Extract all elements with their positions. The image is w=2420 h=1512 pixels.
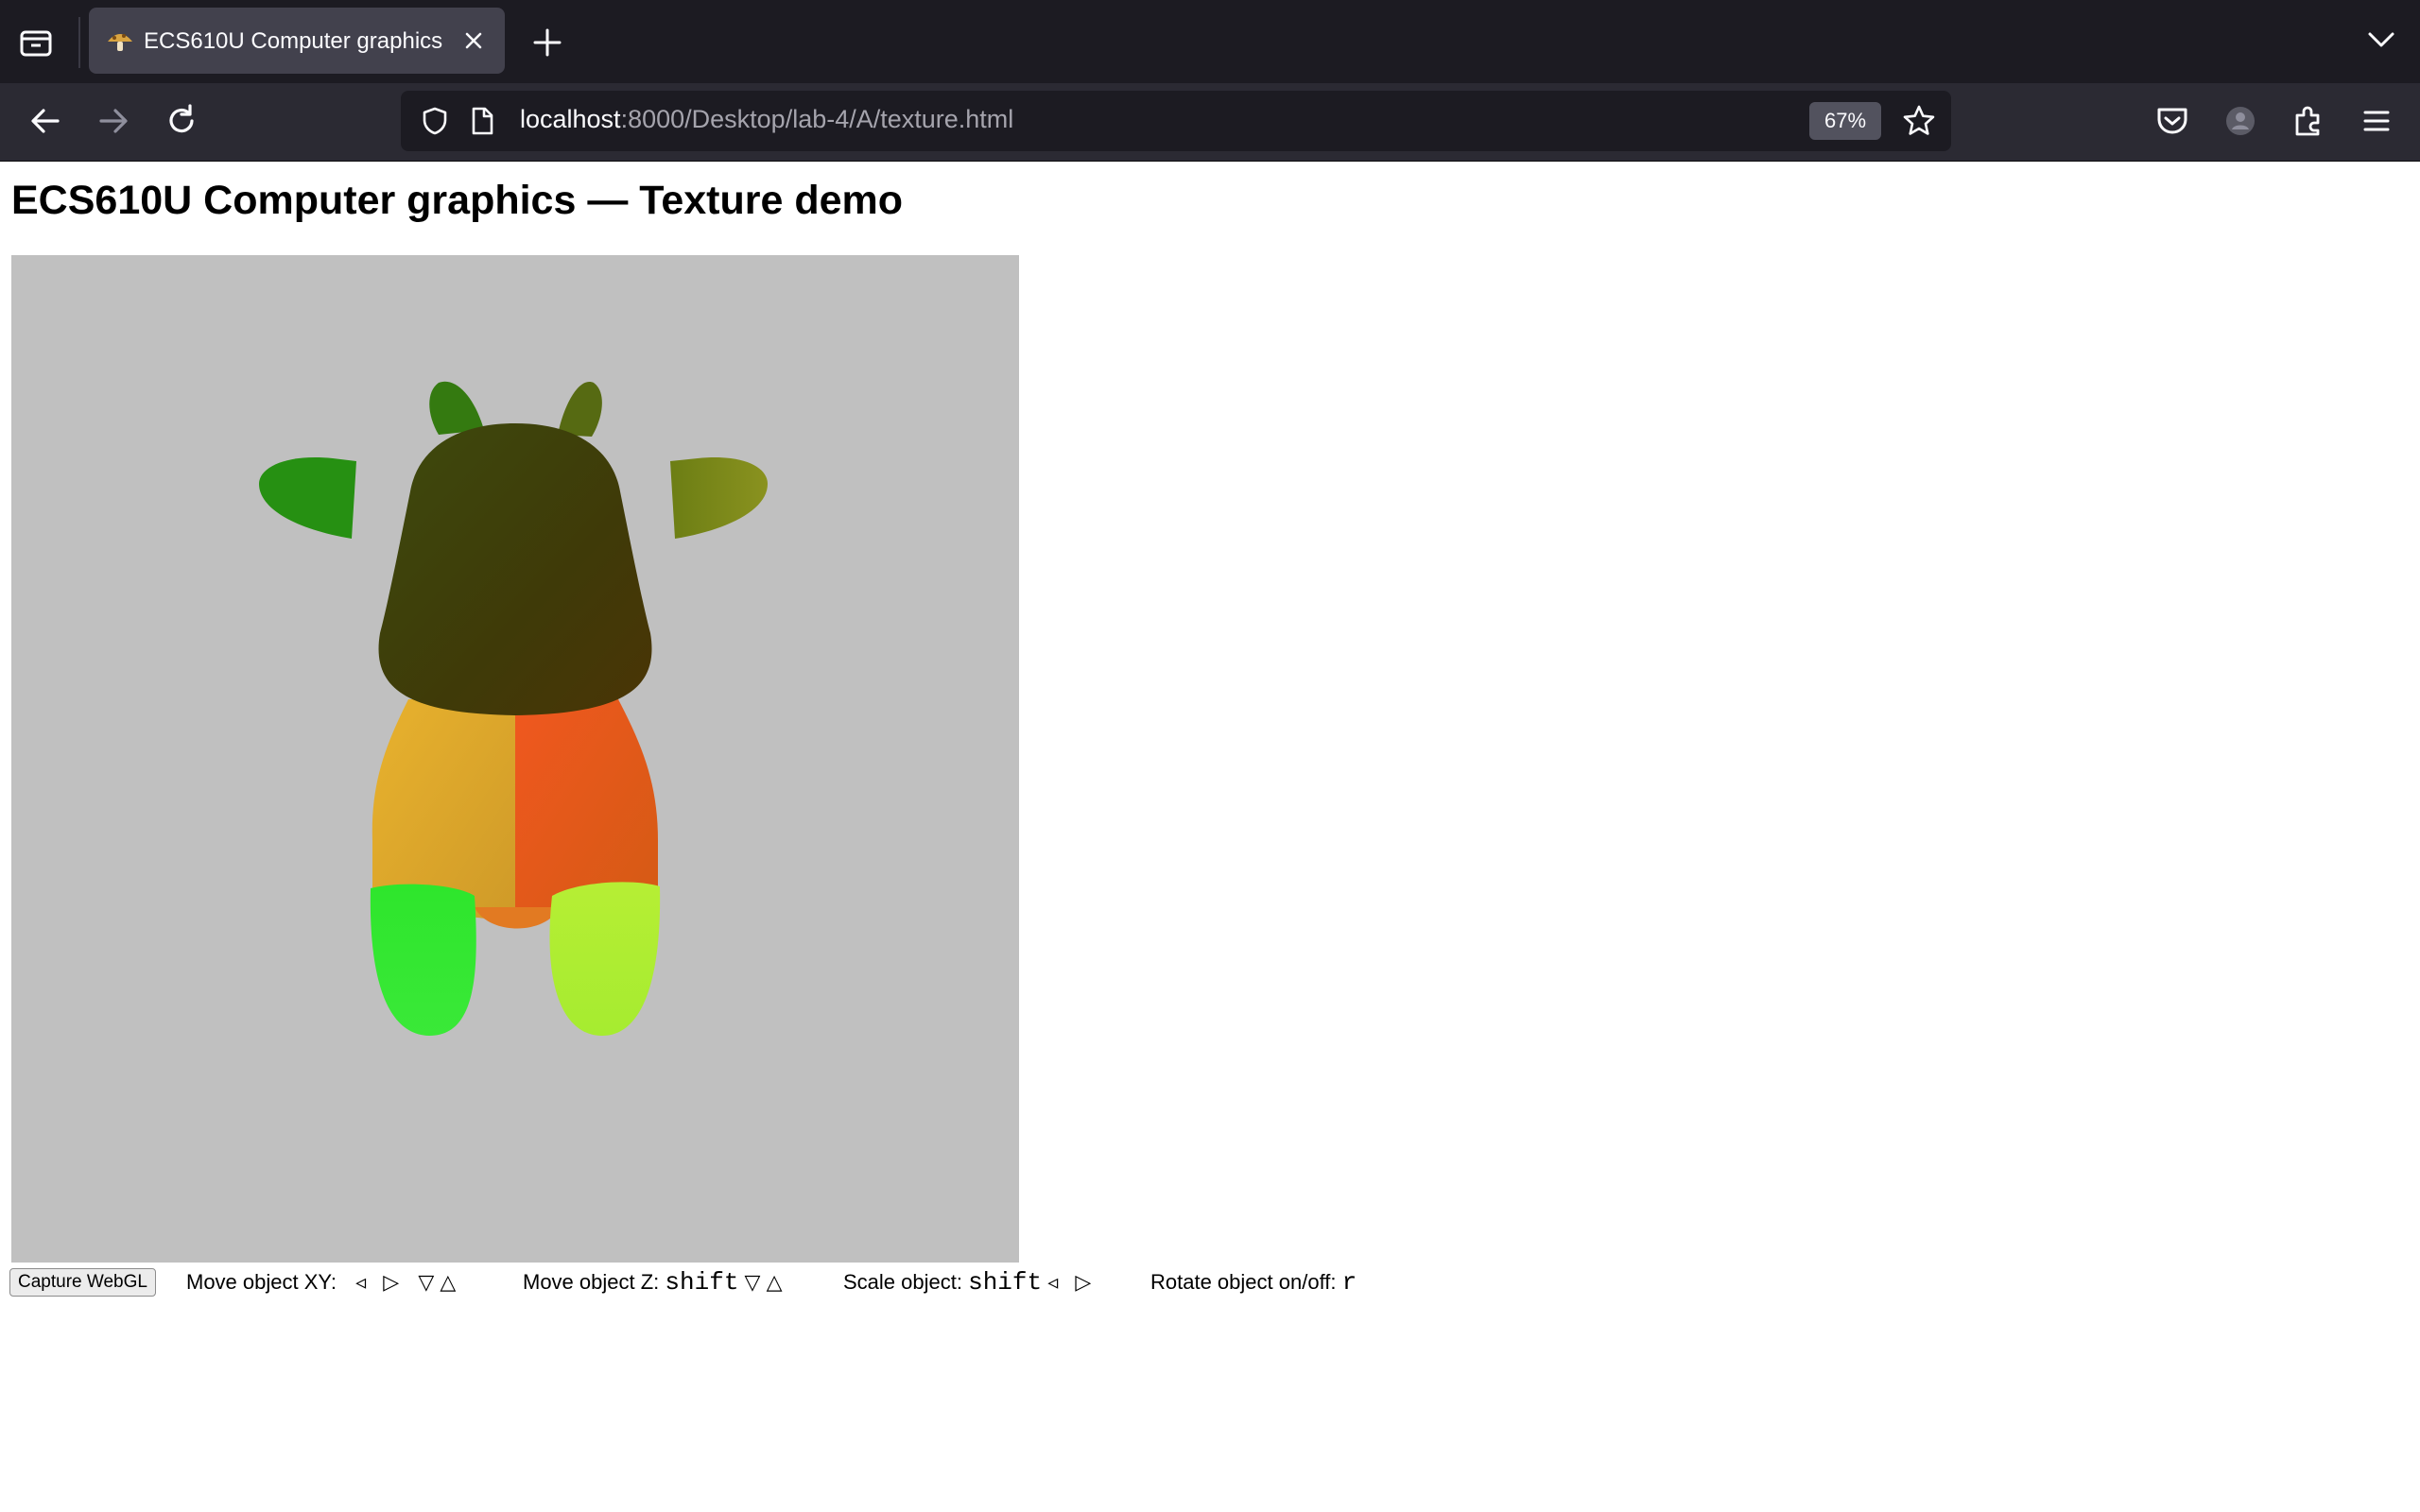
nav-bar: localhost:8000/Desktop/lab-4/A/texture.h… [0,83,2420,162]
webgl-canvas[interactable] [11,255,1019,1263]
right-arrow-key-icon: ▷ [383,1271,400,1295]
down-arrow-key-icon: ▽ [418,1271,435,1295]
up-arrow-key-icon: △ [766,1271,783,1295]
move-z-hint: Move object Z: shift ▽ △ [523,1270,783,1296]
menu-icon[interactable] [2358,102,2395,140]
url-path: :8000/Desktop/lab-4/A/texture.html [620,105,1014,133]
cow-model [259,381,768,1036]
url-text[interactable]: localhost:8000/Desktop/lab-4/A/texture.h… [520,105,1013,134]
account-icon[interactable] [2221,102,2259,140]
tab-bar: ECS610U Computer graphics [0,0,2420,83]
capture-webgl-button[interactable]: Capture WebGL [9,1268,156,1297]
tab-title: ECS610U Computer graphics [144,28,443,54]
move-z-label: Move object Z: [523,1270,660,1294]
back-arrow-icon[interactable] [26,102,64,140]
move-xy-hint: Move object XY: ◃ ▷ ▽ △ [186,1270,456,1296]
zoom-level-badge[interactable]: 67% [1809,102,1881,140]
url-host: localhost [520,105,621,133]
tab-ecs610u[interactable]: ECS610U Computer graphics [89,8,505,74]
close-icon[interactable] [461,28,486,53]
tab-list-icon[interactable] [19,25,57,59]
url-bar[interactable]: localhost:8000/Desktop/lab-4/A/texture.h… [401,91,1951,151]
chevron-down-icon[interactable] [2365,28,2397,51]
shift-key-label: shift [968,1268,1043,1297]
extensions-icon[interactable] [2290,102,2327,140]
left-arrow-key-icon: ◃ [1047,1271,1059,1295]
forward-arrow-icon[interactable] [95,102,132,140]
rotate-label: Rotate object on/off: [1150,1270,1337,1294]
right-arrow-key-icon: ▷ [1075,1271,1092,1295]
rotate-hint: Rotate object on/off: r [1150,1270,1357,1295]
pocket-icon[interactable] [2153,102,2191,140]
r-key-label: r [1341,1268,1357,1297]
mushroom-icon [106,30,134,53]
star-icon[interactable] [1902,104,1936,138]
reload-icon[interactable] [163,102,200,140]
down-arrow-key-icon: ▽ [744,1271,761,1295]
page-icon[interactable] [469,106,495,136]
up-arrow-key-icon: △ [440,1271,457,1295]
scale-hint: Scale object: shift ◃ ▷ [843,1270,1091,1296]
page-title: ECS610U Computer graphics — Texture demo [11,178,904,223]
tabbar-separator [78,17,80,68]
scale-label: Scale object: [843,1270,962,1294]
shift-key-label: shift [665,1268,739,1297]
left-arrow-key-icon: ◃ [355,1271,367,1295]
move-xy-label: Move object XY: [186,1270,337,1294]
shield-icon[interactable] [420,106,450,136]
plus-icon[interactable] [531,26,563,59]
